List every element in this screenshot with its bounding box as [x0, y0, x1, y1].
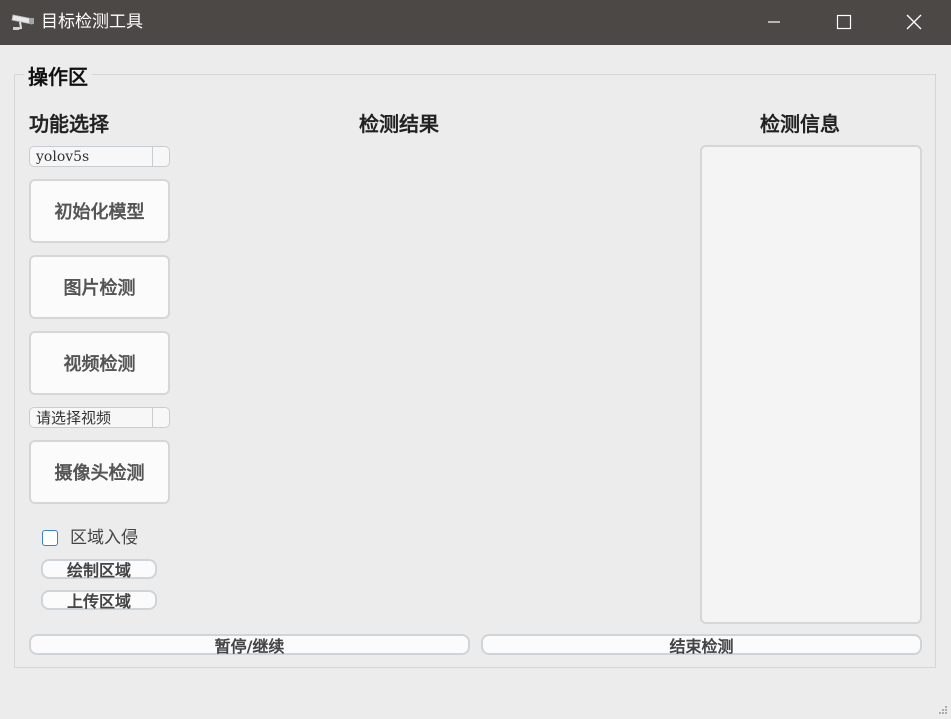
dropdown-arrow[interactable]	[152, 408, 169, 427]
close-button[interactable]	[891, 0, 937, 45]
maximize-button[interactable]	[821, 0, 867, 45]
image-detect-button[interactable]: 图片检测	[29, 255, 170, 319]
dropdown-arrow[interactable]	[152, 147, 169, 166]
pause-resume-button[interactable]: 暂停/继续	[29, 634, 470, 656]
detect-info-label: 检测信息	[760, 112, 840, 136]
security-camera-icon	[11, 12, 37, 32]
close-icon	[906, 14, 922, 30]
window-title: 目标检测工具	[41, 12, 143, 32]
group-title: 操作区	[24, 61, 92, 90]
upload-area-button[interactable]: 上传区域	[41, 590, 157, 611]
maximize-icon	[836, 14, 852, 30]
video-select-value: 请选择视频	[36, 409, 112, 427]
minimize-button[interactable]	[751, 0, 797, 45]
detect-result-label: 检测结果	[359, 112, 439, 136]
model-select[interactable]: yolov5s	[29, 146, 170, 167]
init-model-button[interactable]: 初始化模型	[29, 179, 170, 243]
detect-info-textbox[interactable]	[700, 145, 922, 624]
intrusion-checkbox-label[interactable]: 区域入侵	[70, 527, 138, 549]
video-select[interactable]: 请选择视频	[29, 407, 170, 428]
resize-grip-icon[interactable]	[938, 700, 948, 714]
detect-result-display	[190, 145, 685, 624]
title-bar: 目标检测工具	[0, 0, 951, 45]
function-select-label: 功能选择	[29, 112, 109, 136]
stop-detect-button[interactable]: 结束检测	[481, 634, 922, 656]
draw-area-button[interactable]: 绘制区域	[41, 559, 157, 580]
camera-detect-button[interactable]: 摄像头检测	[29, 440, 170, 504]
video-detect-button[interactable]: 视频检测	[29, 331, 170, 395]
minimize-icon	[768, 21, 780, 23]
model-select-value: yolov5s	[36, 149, 90, 165]
intrusion-checkbox[interactable]	[42, 530, 58, 546]
